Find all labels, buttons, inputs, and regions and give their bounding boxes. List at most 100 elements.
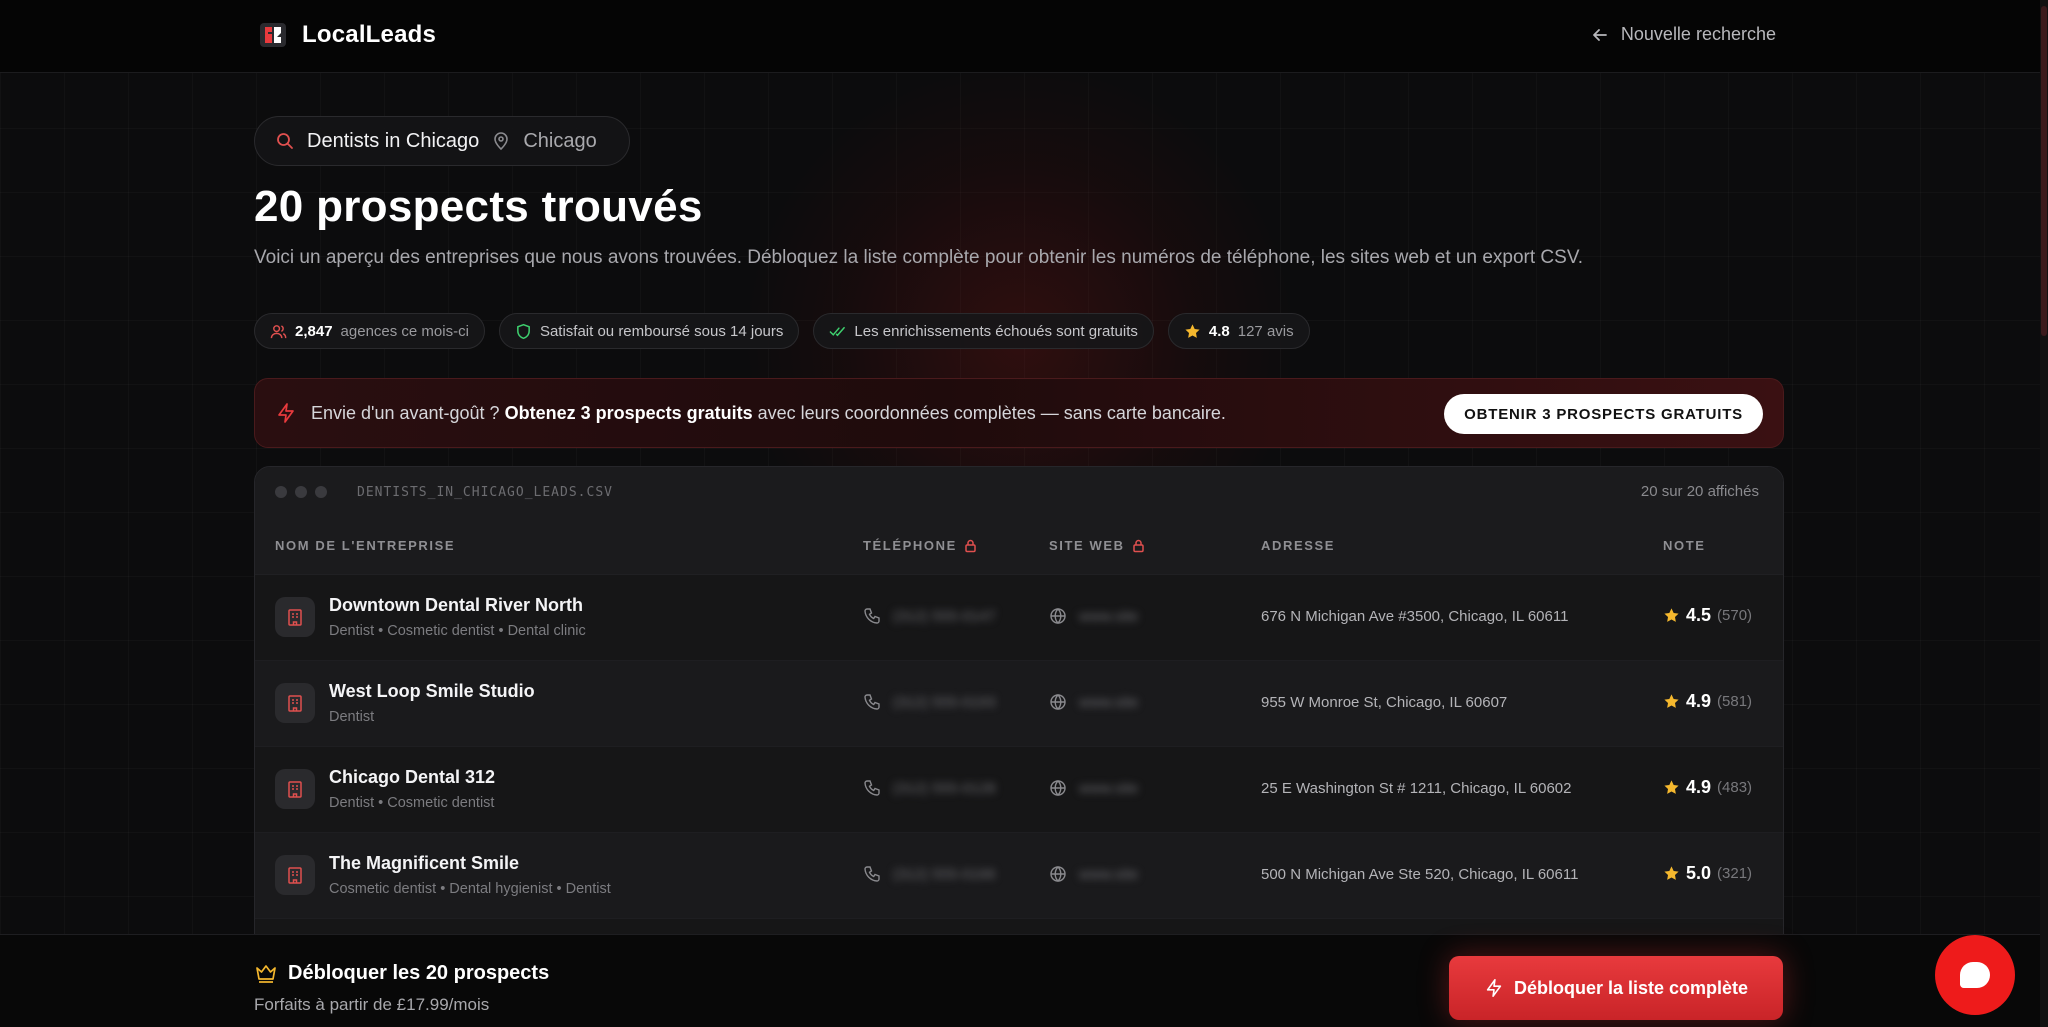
free-leads-banner: Envie d'un avant-goût ? Obtenez 3 prospe… [254, 378, 1784, 448]
phone-blurred: (312) 555-0166 [893, 865, 996, 883]
business-name: West Loop Smile Studio [329, 681, 535, 701]
col-name: NOM DE L'ENTREPRISE [275, 538, 455, 553]
building-icon [275, 769, 315, 809]
search-icon [277, 133, 293, 149]
window-dots [275, 486, 327, 498]
brand-name: LocalLeads [302, 21, 437, 48]
badge-refund: Satisfait ou remboursé sous 14 jours [498, 313, 800, 349]
rows-shown-count: 20 sur 20 affichés [1640, 483, 1759, 500]
col-web: SITE WEB [1049, 538, 1146, 553]
unlock-subtitle: Forfaits à partir de £17.99/mois [254, 995, 490, 1014]
arrow-left-icon [1593, 28, 1607, 41]
phone-blurred: (312) 555-0147 [893, 607, 996, 625]
badge-agencies: 2,847 agences ce mois-ci [254, 313, 485, 349]
new-search-label: Nouvelle recherche [1620, 24, 1776, 44]
business-categories: Dentist [329, 709, 375, 725]
search-location: Chicago [523, 129, 597, 152]
globe-icon [1050, 866, 1066, 882]
table-header: NOM DE L'ENTREPRISE TÉLÉPHONE SITE WEB A… [255, 517, 1783, 575]
table-row[interactable]: The Magnificent Smile Cosmetic dentist •… [255, 833, 1783, 919]
promo-prefix: Envie d'un avant-goût ? [311, 402, 505, 423]
page-subtitle: Voici un aperçu des entreprises que nous… [254, 247, 1584, 268]
leads-table-card: DENTISTS_IN_CHICAGO_LEADS.CSV 20 sur 20 … [254, 466, 1784, 946]
rating-score: 4.9 [1686, 777, 1712, 797]
building-icon [275, 597, 315, 637]
zap-icon [278, 403, 294, 423]
globe-icon [1050, 694, 1066, 710]
promo-suffix: avec leurs coordonnées complètes — sans … [752, 402, 1226, 423]
table-row[interactable]: Downtown Dental River North Dentist • Co… [255, 575, 1783, 661]
users-icon [270, 324, 287, 338]
new-search-link[interactable]: Nouvelle recherche [1591, 24, 1776, 45]
website-blurred: www.site [1079, 693, 1139, 711]
rating: 4.9 (581) [1663, 691, 1752, 712]
business-name: Chicago Dental 312 [329, 767, 496, 787]
star-icon [1664, 608, 1679, 622]
unlock-button-label: Débloquer la liste complète [1513, 977, 1749, 998]
rating-score: 4.9 [1686, 691, 1712, 711]
website-cell: www.site [1049, 865, 1138, 883]
csv-filename: DENTISTS_IN_CHICAGO_LEADS.CSV [357, 484, 613, 500]
badge-enrich: Les enrichissements échoués sont gratuit… [813, 313, 1154, 349]
brand[interactable]: LocalLeads [258, 20, 436, 50]
star-icon [1664, 780, 1679, 794]
agencies-count: 2,847 [295, 322, 333, 340]
star-icon [1664, 866, 1679, 880]
table-row[interactable]: West Loop Smile Studio Dentist (312) 555… [255, 661, 1783, 747]
page-scrollbar[interactable] [2040, 0, 2048, 1027]
rating-score: 5.0 [1686, 863, 1712, 883]
website-cell: www.site [1049, 607, 1138, 625]
map-pin-icon [494, 132, 509, 151]
trust-badges: 2,847 agences ce mois-ci Satisfait ou re… [254, 313, 1310, 349]
search-query: Dentists in Chicago [307, 129, 480, 152]
business-categories: Cosmetic dentist • Dental hygienist • De… [329, 881, 611, 897]
rating-reviews: 127 avis [1237, 322, 1294, 340]
top-nav: LocalLeads Nouvelle recherche [0, 0, 2040, 73]
chat-widget-button[interactable] [1935, 935, 2015, 1015]
website-cell: www.site [1049, 779, 1138, 797]
address: 500 N Michigan Ave Ste 520, Chicago, IL … [1261, 866, 1579, 883]
search-summary-chip[interactable]: Dentists in Chicago Chicago [254, 116, 630, 166]
table-window-header: DENTISTS_IN_CHICAGO_LEADS.CSV 20 sur 20 … [255, 467, 1783, 517]
website-cell: www.site [1049, 693, 1138, 711]
phone-icon [864, 608, 880, 624]
table-row[interactable]: Chicago Dental 312 Dentist • Cosmetic de… [255, 747, 1783, 833]
rating-count: (570) [1717, 607, 1753, 624]
rating-count: (483) [1717, 779, 1753, 796]
rating: 4.9 (483) [1663, 777, 1752, 798]
get-free-leads-button[interactable]: OBTENIR 3 PROSPECTS GRATUITS [1444, 394, 1763, 434]
phone-icon [864, 694, 880, 710]
col-address-label: ADRESSE [1261, 538, 1336, 553]
col-phone-label: TÉLÉPHONE [863, 538, 957, 553]
crown-icon [256, 965, 276, 983]
page-title: 20 prospects trouvés [254, 182, 703, 231]
rating-count: (581) [1717, 693, 1753, 710]
globe-icon [1050, 608, 1066, 624]
business-categories: Dentist • Cosmetic dentist [329, 795, 495, 811]
col-web-label: SITE WEB [1049, 538, 1125, 553]
zap-icon [1486, 979, 1502, 997]
star-icon [1664, 694, 1679, 708]
phone-blurred: (312) 555-0128 [893, 779, 996, 797]
lock-icon [1132, 539, 1144, 553]
unlock-title: Débloquer les 20 prospects [254, 961, 549, 985]
website-blurred: www.site [1079, 779, 1139, 797]
address: 676 N Michigan Ave #3500, Chicago, IL 60… [1261, 608, 1569, 625]
refund-label: Satisfait ou remboursé sous 14 jours [539, 322, 784, 340]
globe-icon [1050, 780, 1066, 796]
lock-icon [965, 539, 976, 553]
col-address: ADRESSE [1261, 538, 1335, 553]
col-name-label: NOM DE L'ENTREPRISE [275, 538, 456, 553]
unlock-title-text: Débloquer les 20 prospects [288, 961, 550, 984]
scrollbar-thumb[interactable] [2041, 6, 2047, 336]
col-rating: NOTE [1663, 538, 1706, 553]
unlock-full-list-button[interactable]: Débloquer la liste complète [1449, 956, 1783, 1020]
promo-text: Envie d'un avant-goût ? Obtenez 3 prospe… [311, 403, 1226, 424]
rating-score: 4.5 [1686, 605, 1712, 625]
agencies-label: agences ce mois-ci [340, 322, 469, 340]
enrich-label: Les enrichissements échoués sont gratuit… [854, 322, 1138, 340]
website-blurred: www.site [1079, 865, 1139, 883]
unlock-bar: Débloquer les 20 prospects Forfaits à pa… [0, 934, 2040, 1027]
promo-bold: Obtenez 3 prospects gratuits [504, 402, 753, 423]
rating-value: 4.8 [1208, 322, 1230, 340]
